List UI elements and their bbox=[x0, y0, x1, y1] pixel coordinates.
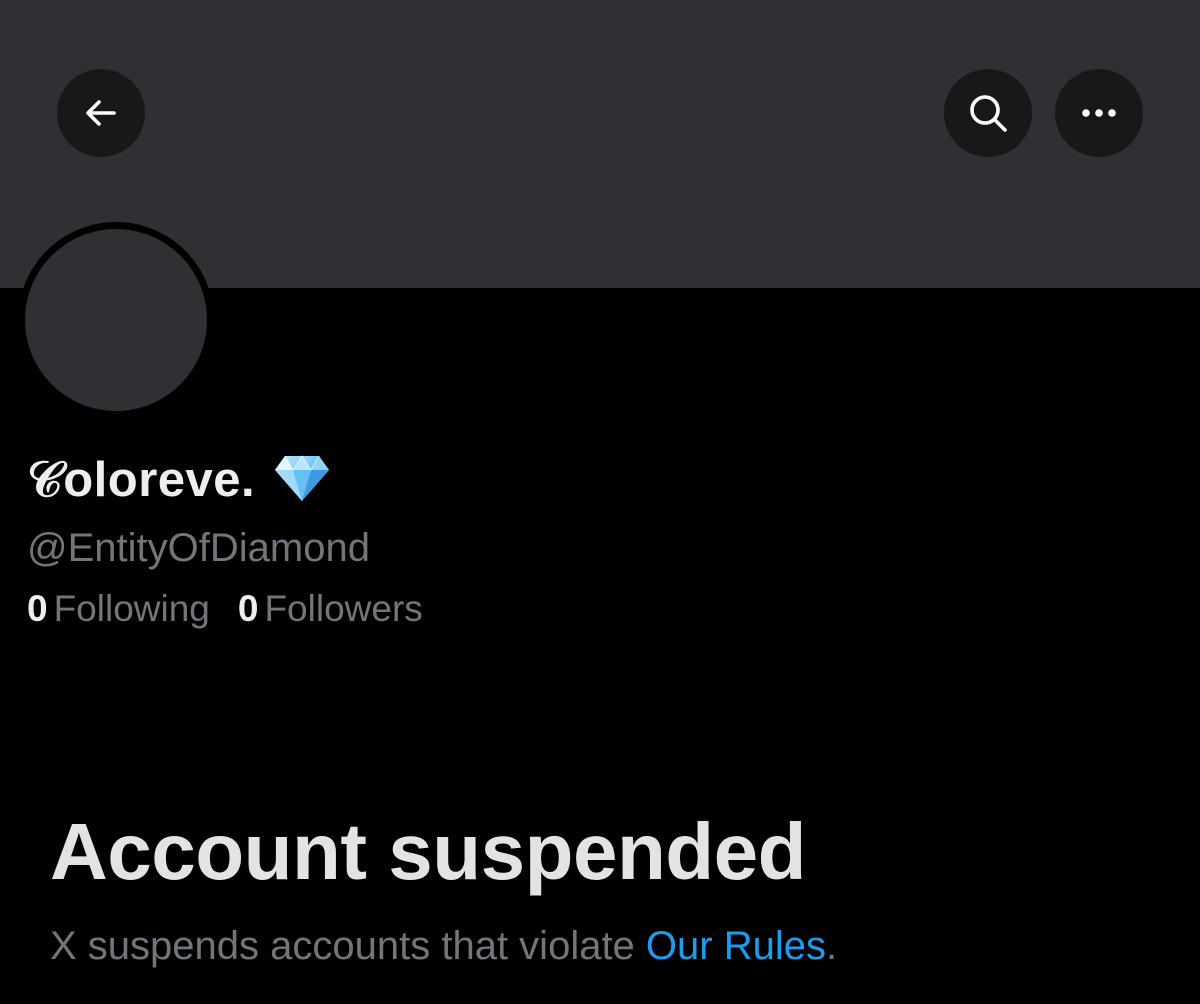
followers-label: Followers bbox=[264, 588, 423, 629]
suspension-message: X suspends accounts that violate Our Rul… bbox=[50, 924, 837, 969]
user-handle: @EntityOfDiamond bbox=[27, 526, 370, 570]
back-button[interactable] bbox=[57, 69, 145, 157]
gem-icon bbox=[273, 453, 331, 508]
arrow-left-icon bbox=[81, 93, 121, 133]
suspension-message-text: X suspends accounts that violate bbox=[50, 924, 646, 968]
following-link[interactable]: 0 Following bbox=[27, 588, 210, 630]
suspension-title: Account suspended bbox=[50, 807, 807, 896]
followers-count: 0 bbox=[237, 588, 259, 629]
more-horizontal-icon bbox=[1079, 107, 1119, 119]
our-rules-link[interactable]: Our Rules bbox=[646, 924, 826, 968]
avatar-placeholder bbox=[25, 229, 207, 411]
avatar bbox=[18, 222, 214, 418]
display-name: 𝒞oloreve. bbox=[27, 453, 256, 507]
search-icon bbox=[966, 91, 1010, 135]
search-button[interactable] bbox=[944, 69, 1032, 157]
following-count: 0 bbox=[27, 588, 48, 629]
suspension-message-period: . bbox=[825, 924, 838, 968]
followers-link[interactable]: 0 Followers bbox=[238, 588, 423, 630]
following-label: Following bbox=[53, 588, 210, 629]
display-name-row: 𝒞oloreve. bbox=[27, 452, 331, 509]
more-options-button[interactable] bbox=[1055, 69, 1143, 157]
follow-stats: 0 Following 0 Followers bbox=[27, 588, 451, 630]
